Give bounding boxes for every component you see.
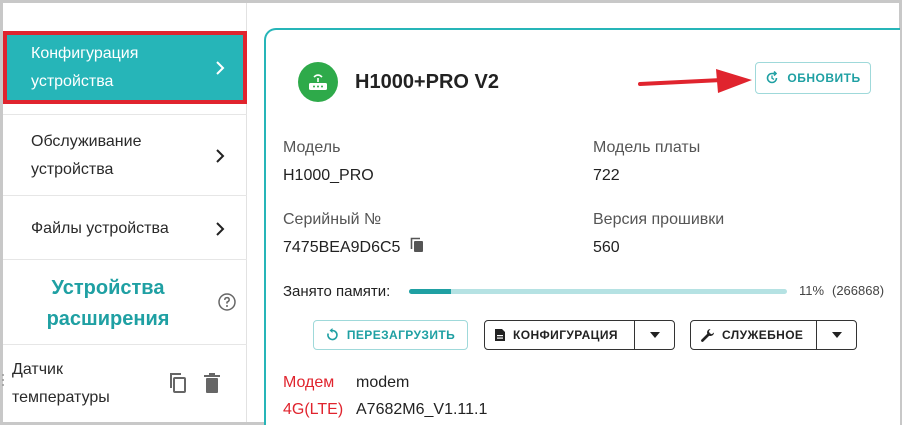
chevron-right-icon [213, 60, 227, 75]
service-dropdown-toggle[interactable] [816, 321, 856, 349]
device-title: H1000+PRO V2 [355, 71, 499, 93]
document-icon [495, 329, 505, 341]
sensor-item-label: Датчик температуры [12, 361, 110, 406]
service-button-label: СЛУЖЕБНОЕ [722, 328, 804, 342]
serial-label: Серийный № [283, 211, 382, 228]
sidebar-item-label: Конфигурация устройства [31, 44, 139, 90]
trash-icon[interactable] [203, 372, 221, 394]
memory-progress-bar [409, 289, 787, 294]
modem-label: Модем [283, 374, 335, 391]
config-button-label: КОНФИГУРАЦИЯ [513, 328, 618, 342]
copy-icon[interactable] [168, 372, 188, 394]
refresh-button[interactable]: ОБНОВИТЬ [755, 62, 871, 94]
board-model-label: Модель платы [593, 139, 701, 156]
service-button[interactable]: СЛУЖЕБНОЕ [691, 321, 803, 349]
help-icon[interactable] [218, 293, 236, 311]
model-label: Модель [283, 139, 341, 156]
arrow-icon [638, 69, 752, 93]
service-split-button: СЛУЖЕБНОЕ [690, 320, 857, 350]
memory-progress-fill [409, 289, 451, 294]
refresh-icon [767, 71, 778, 84]
copy-serial-icon[interactable] [410, 237, 424, 253]
sidebar-item-label: Обслуживание устройства [31, 133, 142, 178]
caret-down-icon [649, 332, 660, 338]
restart-icon [327, 328, 338, 341]
config-dropdown-toggle[interactable] [634, 321, 674, 349]
memory-label: Занято памяти: [283, 283, 391, 300]
wrench-icon [701, 328, 714, 342]
reboot-button[interactable]: ПЕРЕЗАГРУЗИТЬ [313, 320, 468, 350]
sidebar-item-label: Файлы устройства [31, 220, 169, 237]
memory-count: (266868) [832, 283, 885, 298]
lte-value: A7682M6_V1.11.1 [356, 401, 488, 418]
extensions-title: Устройства расширения [46, 277, 170, 330]
chevron-right-icon [213, 222, 227, 236]
modem-value: modem [356, 374, 410, 391]
sidebar-item-device-files[interactable]: Файлы устройства [3, 207, 247, 251]
sidebar-item-device-service[interactable]: Обслуживание устройства [3, 125, 247, 187]
board-model-value: 722 [593, 167, 620, 184]
firmware-value: 560 [593, 239, 620, 256]
lte-label: 4G(LTE) [283, 401, 344, 418]
memory-percent: 11% [799, 283, 825, 298]
drag-handle-icon[interactable] [0, 372, 6, 388]
refresh-button-label: ОБНОВИТЬ [787, 71, 861, 85]
serial-value: 7475BEA9D6C5 [283, 239, 401, 256]
firmware-label: Версия прошивки [593, 211, 725, 228]
router-icon [298, 62, 338, 102]
sidebar-item-device-config[interactable]: Конфигурация устройства [3, 31, 247, 104]
config-split-button: КОНФИГУРАЦИЯ [484, 320, 675, 350]
config-button[interactable]: КОНФИГУРАЦИЯ [485, 321, 618, 349]
caret-down-icon [831, 332, 842, 338]
chevron-right-icon [213, 149, 227, 163]
reboot-button-label: ПЕРЕЗАГРУЗИТЬ [346, 328, 456, 342]
model-value: H1000_PRO [283, 167, 374, 184]
